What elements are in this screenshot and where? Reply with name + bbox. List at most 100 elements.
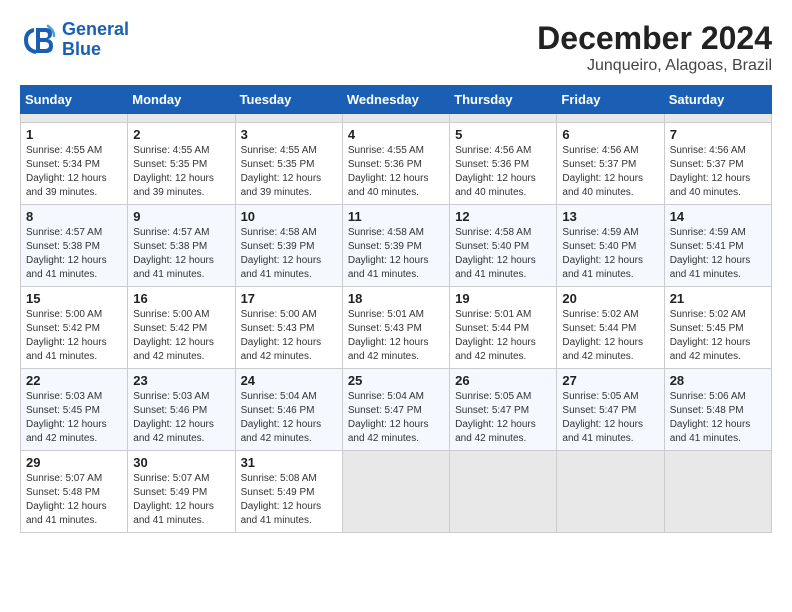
day-info: Sunrise: 4:58 AM Sunset: 5:39 PM Dayligh… bbox=[348, 226, 444, 282]
col-friday: Friday bbox=[557, 86, 664, 114]
calendar-cell bbox=[21, 114, 128, 123]
day-info: Sunrise: 4:59 AM Sunset: 5:41 PM Dayligh… bbox=[670, 226, 766, 282]
calendar-cell: 5 Sunrise: 4:56 AM Sunset: 5:36 PM Dayli… bbox=[450, 123, 557, 205]
day-info: Sunrise: 4:56 AM Sunset: 5:37 PM Dayligh… bbox=[670, 144, 766, 200]
day-number: 28 bbox=[670, 373, 766, 388]
calendar-cell: 21 Sunrise: 5:02 AM Sunset: 5:45 PM Dayl… bbox=[664, 287, 771, 369]
calendar-cell bbox=[128, 114, 235, 123]
calendar-cell: 8 Sunrise: 4:57 AM Sunset: 5:38 PM Dayli… bbox=[21, 205, 128, 287]
day-info: Sunrise: 4:55 AM Sunset: 5:34 PM Dayligh… bbox=[26, 144, 122, 200]
day-number: 19 bbox=[455, 291, 551, 306]
calendar-cell bbox=[557, 451, 664, 533]
day-info: Sunrise: 5:03 AM Sunset: 5:46 PM Dayligh… bbox=[133, 390, 229, 446]
day-number: 20 bbox=[562, 291, 658, 306]
day-info: Sunrise: 5:08 AM Sunset: 5:49 PM Dayligh… bbox=[241, 472, 337, 528]
col-thursday: Thursday bbox=[450, 86, 557, 114]
calendar-cell bbox=[450, 451, 557, 533]
col-wednesday: Wednesday bbox=[342, 86, 449, 114]
day-number: 25 bbox=[348, 373, 444, 388]
calendar-week-2: 8 Sunrise: 4:57 AM Sunset: 5:38 PM Dayli… bbox=[21, 205, 772, 287]
calendar-cell: 12 Sunrise: 4:58 AM Sunset: 5:40 PM Dayl… bbox=[450, 205, 557, 287]
day-number: 17 bbox=[241, 291, 337, 306]
calendar-cell bbox=[235, 114, 342, 123]
title-block: December 2024 Junqueiro, Alagoas, Brazil bbox=[537, 20, 772, 75]
day-number: 27 bbox=[562, 373, 658, 388]
day-info: Sunrise: 4:58 AM Sunset: 5:40 PM Dayligh… bbox=[455, 226, 551, 282]
calendar-cell: 3 Sunrise: 4:55 AM Sunset: 5:35 PM Dayli… bbox=[235, 123, 342, 205]
day-info: Sunrise: 4:58 AM Sunset: 5:39 PM Dayligh… bbox=[241, 226, 337, 282]
calendar-cell: 23 Sunrise: 5:03 AM Sunset: 5:46 PM Dayl… bbox=[128, 369, 235, 451]
calendar-cell: 18 Sunrise: 5:01 AM Sunset: 5:43 PM Dayl… bbox=[342, 287, 449, 369]
calendar-week-5: 29 Sunrise: 5:07 AM Sunset: 5:48 PM Dayl… bbox=[21, 451, 772, 533]
calendar-cell: 13 Sunrise: 4:59 AM Sunset: 5:40 PM Dayl… bbox=[557, 205, 664, 287]
calendar-cell: 6 Sunrise: 4:56 AM Sunset: 5:37 PM Dayli… bbox=[557, 123, 664, 205]
day-number: 14 bbox=[670, 209, 766, 224]
logo-icon bbox=[20, 22, 56, 58]
day-number: 4 bbox=[348, 127, 444, 142]
day-info: Sunrise: 5:00 AM Sunset: 5:42 PM Dayligh… bbox=[133, 308, 229, 364]
day-info: Sunrise: 4:59 AM Sunset: 5:40 PM Dayligh… bbox=[562, 226, 658, 282]
calendar-cell: 7 Sunrise: 4:56 AM Sunset: 5:37 PM Dayli… bbox=[664, 123, 771, 205]
calendar-cell bbox=[342, 451, 449, 533]
day-number: 7 bbox=[670, 127, 766, 142]
day-number: 6 bbox=[562, 127, 658, 142]
day-number: 26 bbox=[455, 373, 551, 388]
calendar-cell: 29 Sunrise: 5:07 AM Sunset: 5:48 PM Dayl… bbox=[21, 451, 128, 533]
calendar-cell: 10 Sunrise: 4:58 AM Sunset: 5:39 PM Dayl… bbox=[235, 205, 342, 287]
day-info: Sunrise: 5:00 AM Sunset: 5:43 PM Dayligh… bbox=[241, 308, 337, 364]
calendar-cell: 15 Sunrise: 5:00 AM Sunset: 5:42 PM Dayl… bbox=[21, 287, 128, 369]
col-saturday: Saturday bbox=[664, 86, 771, 114]
day-info: Sunrise: 4:55 AM Sunset: 5:35 PM Dayligh… bbox=[133, 144, 229, 200]
logo: General Blue bbox=[20, 20, 129, 60]
day-number: 9 bbox=[133, 209, 229, 224]
page-header: General Blue December 2024 Junqueiro, Al… bbox=[20, 20, 772, 75]
col-tuesday: Tuesday bbox=[235, 86, 342, 114]
day-number: 30 bbox=[133, 455, 229, 470]
day-number: 16 bbox=[133, 291, 229, 306]
day-number: 29 bbox=[26, 455, 122, 470]
calendar-cell: 30 Sunrise: 5:07 AM Sunset: 5:49 PM Dayl… bbox=[128, 451, 235, 533]
day-number: 13 bbox=[562, 209, 658, 224]
day-number: 11 bbox=[348, 209, 444, 224]
day-number: 18 bbox=[348, 291, 444, 306]
day-number: 2 bbox=[133, 127, 229, 142]
day-number: 21 bbox=[670, 291, 766, 306]
day-number: 12 bbox=[455, 209, 551, 224]
day-info: Sunrise: 5:07 AM Sunset: 5:48 PM Dayligh… bbox=[26, 472, 122, 528]
calendar-cell: 17 Sunrise: 5:00 AM Sunset: 5:43 PM Dayl… bbox=[235, 287, 342, 369]
day-number: 5 bbox=[455, 127, 551, 142]
day-info: Sunrise: 4:57 AM Sunset: 5:38 PM Dayligh… bbox=[133, 226, 229, 282]
day-info: Sunrise: 4:56 AM Sunset: 5:36 PM Dayligh… bbox=[455, 144, 551, 200]
day-info: Sunrise: 5:01 AM Sunset: 5:43 PM Dayligh… bbox=[348, 308, 444, 364]
day-number: 31 bbox=[241, 455, 337, 470]
calendar-week-4: 22 Sunrise: 5:03 AM Sunset: 5:45 PM Dayl… bbox=[21, 369, 772, 451]
day-info: Sunrise: 5:02 AM Sunset: 5:44 PM Dayligh… bbox=[562, 308, 658, 364]
day-info: Sunrise: 5:07 AM Sunset: 5:49 PM Dayligh… bbox=[133, 472, 229, 528]
day-info: Sunrise: 5:05 AM Sunset: 5:47 PM Dayligh… bbox=[562, 390, 658, 446]
day-number: 1 bbox=[26, 127, 122, 142]
day-info: Sunrise: 4:56 AM Sunset: 5:37 PM Dayligh… bbox=[562, 144, 658, 200]
day-number: 24 bbox=[241, 373, 337, 388]
day-number: 23 bbox=[133, 373, 229, 388]
col-monday: Monday bbox=[128, 86, 235, 114]
day-info: Sunrise: 5:04 AM Sunset: 5:46 PM Dayligh… bbox=[241, 390, 337, 446]
calendar-cell: 2 Sunrise: 4:55 AM Sunset: 5:35 PM Dayli… bbox=[128, 123, 235, 205]
day-info: Sunrise: 5:02 AM Sunset: 5:45 PM Dayligh… bbox=[670, 308, 766, 364]
calendar-cell: 25 Sunrise: 5:04 AM Sunset: 5:47 PM Dayl… bbox=[342, 369, 449, 451]
calendar-cell: 1 Sunrise: 4:55 AM Sunset: 5:34 PM Dayli… bbox=[21, 123, 128, 205]
calendar-cell: 28 Sunrise: 5:06 AM Sunset: 5:48 PM Dayl… bbox=[664, 369, 771, 451]
day-info: Sunrise: 5:06 AM Sunset: 5:48 PM Dayligh… bbox=[670, 390, 766, 446]
day-number: 10 bbox=[241, 209, 337, 224]
day-info: Sunrise: 5:04 AM Sunset: 5:47 PM Dayligh… bbox=[348, 390, 444, 446]
day-info: Sunrise: 4:55 AM Sunset: 5:36 PM Dayligh… bbox=[348, 144, 444, 200]
calendar-cell: 4 Sunrise: 4:55 AM Sunset: 5:36 PM Dayli… bbox=[342, 123, 449, 205]
calendar-cell bbox=[664, 114, 771, 123]
day-info: Sunrise: 5:03 AM Sunset: 5:45 PM Dayligh… bbox=[26, 390, 122, 446]
calendar-cell: 22 Sunrise: 5:03 AM Sunset: 5:45 PM Dayl… bbox=[21, 369, 128, 451]
calendar-week-0 bbox=[21, 114, 772, 123]
calendar-cell: 26 Sunrise: 5:05 AM Sunset: 5:47 PM Dayl… bbox=[450, 369, 557, 451]
calendar-cell: 24 Sunrise: 5:04 AM Sunset: 5:46 PM Dayl… bbox=[235, 369, 342, 451]
calendar-cell bbox=[342, 114, 449, 123]
location: Junqueiro, Alagoas, Brazil bbox=[537, 57, 772, 75]
col-sunday: Sunday bbox=[21, 86, 128, 114]
